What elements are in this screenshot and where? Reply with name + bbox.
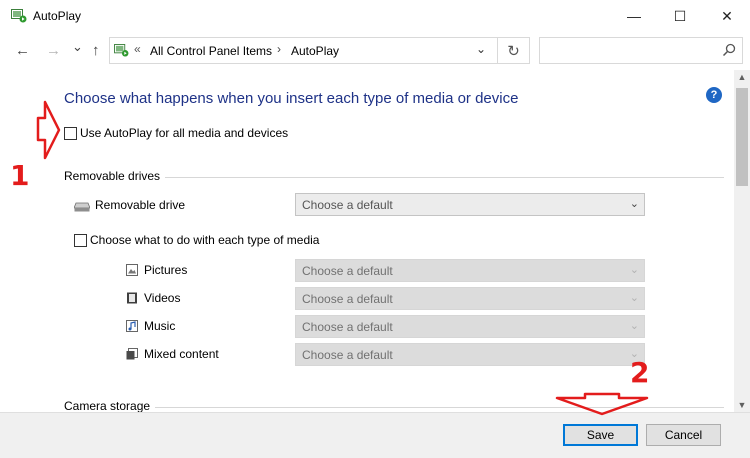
annotation-number-1: 1 — [10, 159, 30, 192]
annotation-number-2: 2 — [630, 356, 650, 389]
choose-each-media-checkbox[interactable] — [74, 234, 87, 247]
vertical-scrollbar[interactable]: ▲ ▼ — [734, 70, 750, 412]
camera-storage-heading: Camera storage — [64, 399, 151, 412]
address-overflow-icon[interactable]: « — [134, 42, 141, 56]
mixed-content-dropdown[interactable]: Choose a default ⌄ — [295, 343, 645, 366]
dropdown-value: Choose a default — [302, 320, 393, 334]
page-title: Choose what happens when you insert each… — [64, 90, 519, 107]
choose-each-media-label[interactable]: Choose what to do with each type of medi… — [90, 233, 319, 247]
cancel-button[interactable]: Cancel — [646, 424, 721, 446]
pictures-icon — [126, 264, 138, 276]
save-button[interactable]: Save — [563, 424, 638, 446]
removable-drive-dropdown[interactable]: Choose a default ⌄ — [295, 193, 645, 216]
removable-drives-heading: Removable drives — [64, 169, 161, 183]
breadcrumb-autoplay[interactable]: AutoPlay — [291, 44, 339, 58]
videos-label: Videos — [144, 291, 181, 305]
scroll-up-icon[interactable]: ▲ — [734, 72, 750, 82]
chevron-down-icon: ⌄ — [629, 320, 639, 332]
pictures-dropdown[interactable]: Choose a default ⌄ — [295, 259, 645, 282]
maximize-button[interactable]: ☐ — [657, 0, 703, 32]
videos-icon — [127, 292, 137, 304]
dropdown-value: Choose a default — [302, 292, 393, 306]
search-input[interactable] — [539, 37, 743, 64]
back-arrow-icon[interactable]: ← — [15, 42, 30, 59]
control-panel-icon — [114, 44, 129, 57]
up-arrow-icon[interactable]: ↑ — [92, 42, 100, 59]
window-title: AutoPlay — [33, 9, 82, 23]
removable-drive-label: Removable drive — [95, 198, 186, 212]
forward-arrow-icon[interactable]: → — [46, 42, 61, 59]
music-dropdown[interactable]: Choose a default ⌄ — [295, 315, 645, 338]
content-area: Choose what happens when you insert each… — [0, 70, 734, 412]
dropdown-value: Choose a default — [302, 348, 393, 362]
section-divider — [165, 177, 724, 178]
removable-drive-icon — [74, 202, 90, 212]
refresh-icon[interactable]: ↻ — [498, 37, 530, 64]
mixed-content-label: Mixed content — [144, 347, 219, 361]
help-icon[interactable]: ? — [706, 87, 722, 103]
music-icon — [126, 320, 138, 332]
music-label: Music — [144, 319, 176, 333]
annotation-arrow-2-icon — [555, 392, 649, 416]
navigation-bar: ← → ⌄ ↑ « All Control Panel Items › Auto… — [0, 32, 750, 70]
breadcrumb-all-control-panel-items[interactable]: All Control Panel Items — [150, 44, 272, 58]
dropdown-value: Choose a default — [302, 198, 393, 212]
chevron-down-icon: ⌄ — [629, 264, 639, 276]
use-autoplay-checkbox[interactable] — [64, 127, 77, 140]
pictures-label: Pictures — [144, 263, 188, 277]
address-dropdown-chevron-icon[interactable]: ⌄ — [476, 42, 486, 56]
chevron-down-icon: ⌄ — [629, 292, 639, 304]
close-button[interactable]: ✕ — [704, 0, 750, 32]
search-icon[interactable] — [722, 43, 736, 57]
use-autoplay-label[interactable]: Use AutoPlay for all media and devices — [80, 126, 288, 140]
annotation-arrow-1-icon — [36, 100, 61, 160]
scrollbar-thumb[interactable] — [736, 88, 748, 186]
scroll-down-icon[interactable]: ▼ — [734, 400, 750, 410]
chevron-down-icon: ⌄ — [629, 198, 639, 210]
breadcrumb-separator-icon[interactable]: › — [277, 42, 281, 56]
dialog-footer: Save Cancel — [0, 412, 750, 458]
dropdown-value: Choose a default — [302, 264, 393, 278]
recent-locations-chevron-icon[interactable]: ⌄ — [72, 39, 83, 55]
address-bar[interactable]: « All Control Panel Items › AutoPlay ⌄ — [109, 37, 498, 64]
title-bar: AutoPlay — ☐ ✕ — [0, 0, 750, 32]
mixed-content-icon — [126, 348, 138, 360]
minimize-button[interactable]: — — [611, 0, 657, 32]
autoplay-app-icon — [11, 9, 27, 23]
videos-dropdown[interactable]: Choose a default ⌄ — [295, 287, 645, 310]
